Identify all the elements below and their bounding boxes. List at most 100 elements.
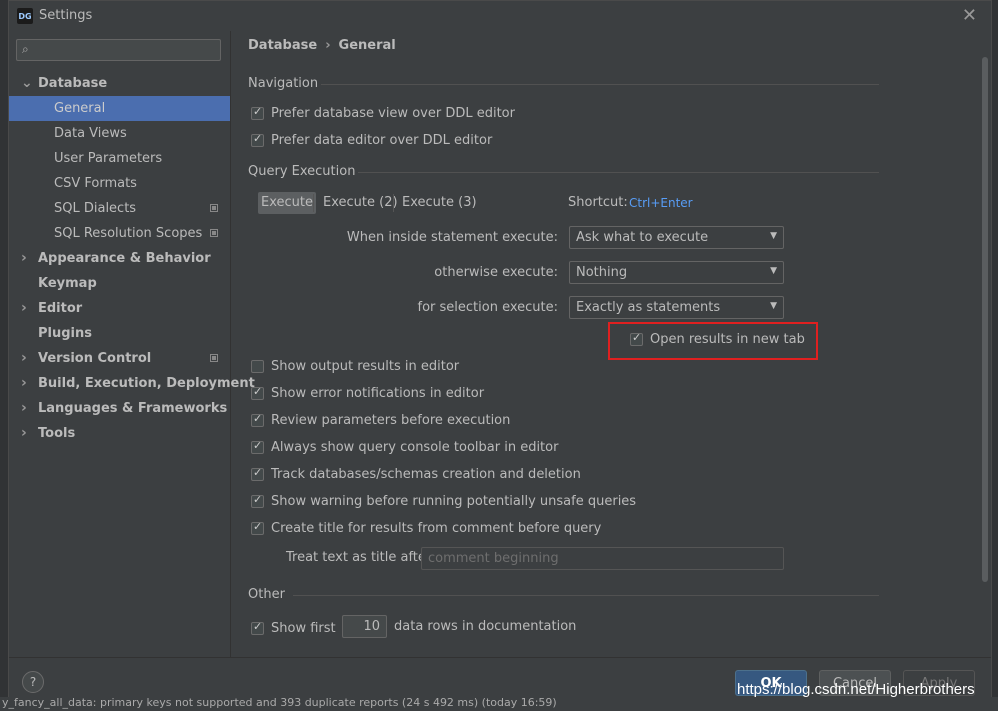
tab-execute-3[interactable]: Execute (3) [399,192,480,214]
checkbox[interactable] [251,359,264,373]
tab-separator [313,194,314,212]
sidebar-item-label: Appearance & Behavior [38,251,211,266]
option-track-databases[interactable]: Track databases/schemas creation and del… [251,465,581,483]
chevron-right-icon[interactable]: › [21,296,27,321]
sidebar-item-general[interactable]: General [9,96,230,121]
settings-dialog: DG Settings ✕ ⌕ ⌄ Database General Data Vie… [8,0,992,698]
option-label: Prefer database view over DDL editor [271,105,515,121]
project-level-icon [210,354,218,362]
sidebar-item-label: Database [38,76,108,91]
option-warn-unsafe-queries[interactable]: Show warning before running potentially … [251,492,636,510]
chevron-down-icon[interactable]: ⌄ [21,71,33,96]
sidebar-item-label: Data Views [54,126,127,141]
chevron-down-icon: ▼ [770,301,777,311]
project-level-icon [210,229,218,237]
section-divider [293,595,879,596]
breadcrumb: Database › General [248,38,396,53]
checkbox[interactable] [251,520,264,535]
otherwise-execute-label: otherwise execute: [434,265,558,280]
title-bar: DG Settings ✕ [9,1,991,31]
sidebar-item-sql-resolution-scopes[interactable]: SQL Resolution Scopes [9,221,230,246]
sidebar-item-database[interactable]: ⌄ Database [9,71,230,96]
scrollbar-thumb[interactable] [982,57,988,582]
selection-execute-select[interactable]: Exactly as statements ▼ [569,296,784,319]
chevron-down-icon: ▼ [770,266,777,276]
option-show-output-results[interactable]: Show output results in editor [251,357,459,375]
option-review-parameters[interactable]: Review parameters before execution [251,411,510,429]
section-divider [358,172,879,173]
option-show-console-toolbar[interactable]: Always show query console toolbar in edi… [251,438,558,456]
shortcut-link[interactable]: Ctrl+Enter [629,196,693,210]
sidebar-item-label: SQL Dialects [54,201,137,216]
sidebar-item-appearance-behavior[interactable]: › Appearance & Behavior [9,246,230,271]
tab-separator [393,194,394,212]
settings-sidebar: ⌕ ⌄ Database General Data Views User Paramet… [9,31,255,657]
field-value: comment beginning [428,551,559,566]
chevron-right-icon[interactable]: › [21,396,27,421]
sidebar-item-editor[interactable]: › Editor [9,296,230,321]
chevron-right-icon[interactable]: › [21,246,27,271]
option-open-results-new-tab[interactable]: Open results in new tab [630,330,805,348]
tab-execute-2[interactable]: Execute (2) [320,192,401,214]
ide-background-left [0,0,8,711]
sidebar-item-sql-dialects[interactable]: SQL Dialects [9,196,230,221]
tab-execute[interactable]: Execute [258,192,316,214]
navigation-section-title: Navigation [248,76,319,91]
project-level-icon [210,204,218,212]
option-label: Review parameters before execution [271,412,511,428]
scrollbar[interactable] [981,57,989,582]
settings-content: Database › General Navigation Prefer datab… [231,31,991,657]
search-icon: ⌕ [22,42,29,56]
ide-background-right [992,0,998,711]
status-message: y_fancy_all_data: primary keys not suppo… [2,697,557,709]
sidebar-item-label: Tools [38,426,76,441]
checkbox[interactable] [251,132,264,147]
close-icon[interactable]: ✕ [962,5,977,26]
field-value: 10 [363,619,380,634]
sidebar-item-version-control[interactable]: › Version Control [9,346,230,371]
chevron-right-icon[interactable]: › [21,346,27,371]
sidebar-item-label: Build, Execution, Deployment [38,376,255,391]
sidebar-item-csv-formats[interactable]: CSV Formats [9,171,230,196]
sidebar-item-keymap[interactable]: Keymap [9,271,230,296]
checkbox[interactable] [251,466,264,481]
breadcrumb-parent[interactable]: Database [248,38,317,53]
sidebar-item-label: Languages & Frameworks [38,401,228,416]
other-section-title: Other [248,587,285,602]
selection-execute-label: for selection execute: [417,300,559,315]
checkbox[interactable] [251,439,264,454]
option-show-error-notifications[interactable]: Show error notifications in editor [251,384,484,402]
select-value: Nothing [576,265,628,280]
breadcrumb-current: General [338,38,396,53]
settings-search[interactable]: ⌕ [16,39,221,61]
option-show-first-rows[interactable]: Show first [251,619,336,637]
checkbox[interactable] [251,493,264,508]
checkbox[interactable] [251,105,264,120]
checkbox[interactable] [630,331,643,346]
sidebar-item-languages-frameworks[interactable]: › Languages & Frameworks [9,396,230,421]
search-input[interactable] [39,41,221,61]
inside-statement-select[interactable]: Ask what to execute ▼ [569,226,784,249]
rows-suffix-label: data rows in documentation [394,619,577,634]
sidebar-item-user-parameters[interactable]: User Parameters [9,146,230,171]
option-label: Show output results in editor [271,358,460,374]
option-create-title-from-comment[interactable]: Create title for results from comment be… [251,519,601,537]
sidebar-item-tools[interactable]: › Tools [9,421,230,446]
chevron-right-icon[interactable]: › [21,371,27,396]
sidebar-item-plugins[interactable]: Plugins [9,321,230,346]
sidebar-item-data-views[interactable]: Data Views [9,121,230,146]
chevron-right-icon[interactable]: › [21,421,27,446]
option-prefer-data-editor[interactable]: Prefer data editor over DDL editor [251,131,492,149]
rows-count-input[interactable]: 10 [342,615,387,638]
checkbox[interactable] [251,620,264,635]
checkbox[interactable] [251,412,264,427]
otherwise-execute-select[interactable]: Nothing ▼ [569,261,784,284]
option-prefer-database-view[interactable]: Prefer database view over DDL editor [251,104,515,122]
checkbox[interactable] [251,385,264,400]
sidebar-item-build-execution-deployment[interactable]: › Build, Execution, Deployment [9,371,255,396]
help-button[interactable]: ? [22,671,44,693]
title-field-input[interactable]: comment beginning [421,547,784,570]
query-execution-section-title: Query Execution [248,164,356,179]
option-label: Show first [271,620,336,636]
window-title: Settings [39,8,93,23]
